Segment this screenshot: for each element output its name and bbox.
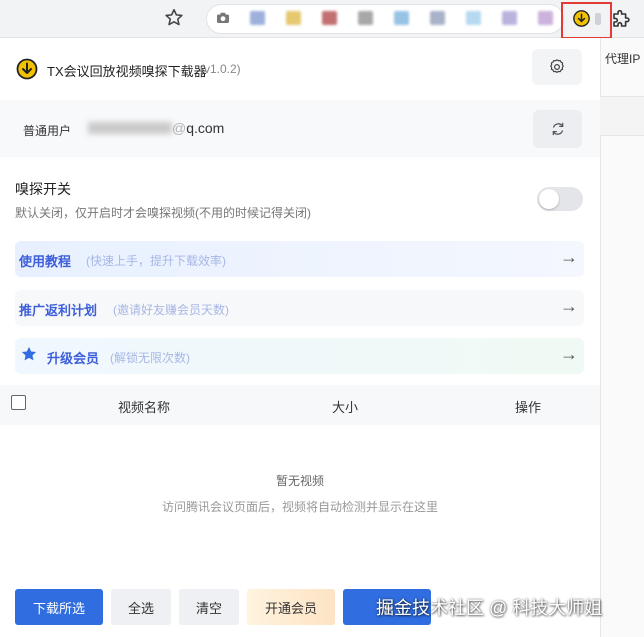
extension-icon[interactable] <box>538 11 553 25</box>
refresh-icon <box>552 122 563 136</box>
app-title: TX会议回放视频嗅探下载器 <box>47 64 207 79</box>
sniff-switch-title: 嗅探开关 <box>15 181 71 197</box>
select-all-checkbox[interactable] <box>11 395 26 410</box>
download-selected-button[interactable]: 下载所选 <box>15 589 103 625</box>
arrow-right-icon: → <box>560 247 578 267</box>
camera-icon[interactable] <box>216 12 230 24</box>
referral-label: 推广返利计划 <box>19 303 98 318</box>
extension-icon[interactable] <box>286 11 301 25</box>
proxy-ip-label: 代理IP <box>605 52 641 66</box>
referral-subtitle: (邀请好友赚会员天数) <box>113 303 229 317</box>
browser-toolbar <box>0 0 644 39</box>
refresh-button[interactable] <box>533 110 582 148</box>
settings-button[interactable] <box>532 49 582 85</box>
underlying-panel <box>600 96 644 136</box>
extension-popup: TX会议回放视频嗅探下载器 (v1.0.2) 普通用户 @q.com 嗅探开关 … <box>0 38 600 637</box>
video-table-header: 视频名称 大小 操作 <box>0 385 600 425</box>
popup-header: TX会议回放视频嗅探下载器 (v1.0.2) <box>0 38 600 100</box>
extension-icon[interactable] <box>322 11 337 25</box>
open-vip-button[interactable]: 开通会员 <box>247 589 335 625</box>
toggle-knob <box>539 189 559 209</box>
extension-icon[interactable] <box>250 11 265 25</box>
upgrade-vip-link[interactable]: 升级会员 (解锁无限次数) → <box>15 338 584 374</box>
referral-link[interactable]: 推广返利计划 (邀请好友赚会员天数) → <box>15 290 584 326</box>
star-icon <box>21 346 37 361</box>
column-size: 大小 <box>332 400 359 415</box>
extension-icon[interactable] <box>430 11 445 25</box>
star-icon[interactable] <box>163 7 185 29</box>
upgrade-vip-label: 升级会员 <box>47 351 100 366</box>
column-video-name: 视频名称 <box>118 400 171 415</box>
empty-state-description: 访问腾讯会议页面后，视频将自动检测并显示在这里 <box>161 500 438 514</box>
user-type-label: 普通用户 <box>23 124 72 138</box>
tutorial-label: 使用教程 <box>19 254 72 269</box>
sniff-switch-description: 默认关闭，仅开启时才会嗅探视频(不用的时候记得关闭) <box>15 206 311 220</box>
empty-state-title: 暂无视频 <box>275 474 324 488</box>
upgrade-vip-subtitle: (解锁无限次数) <box>110 351 190 365</box>
user-info-row: 普通用户 @q.com <box>0 100 600 157</box>
gear-icon <box>550 59 564 73</box>
puzzle-icon[interactable] <box>609 7 633 31</box>
extension-icon[interactable] <box>358 11 373 25</box>
arrow-right-icon: → <box>560 296 578 316</box>
extension-icon[interactable] <box>502 11 517 25</box>
extension-icon[interactable] <box>466 11 481 25</box>
column-actions: 操作 <box>515 400 542 415</box>
app-version: (v1.0.2) <box>200 62 241 76</box>
tutorial-subtitle: (快速上手，提升下载效率) <box>86 254 226 268</box>
tutorial-link[interactable]: 使用教程 (快速上手，提升下载效率) → <box>15 241 584 277</box>
user-email: @q.com <box>172 120 225 136</box>
extension-icon[interactable] <box>394 11 409 25</box>
select-all-button[interactable]: 全选 <box>111 589 171 625</box>
download-circle-icon <box>16 58 38 80</box>
sniff-toggle[interactable] <box>537 187 583 211</box>
arrow-right-icon: → <box>560 344 578 364</box>
clear-button[interactable]: 清空 <box>179 589 239 625</box>
download-circle-icon[interactable] <box>573 10 590 27</box>
watermark-text: 掘金技术社区 @ 科技大师姐 <box>376 598 603 618</box>
extension-icon[interactable] <box>595 13 601 25</box>
